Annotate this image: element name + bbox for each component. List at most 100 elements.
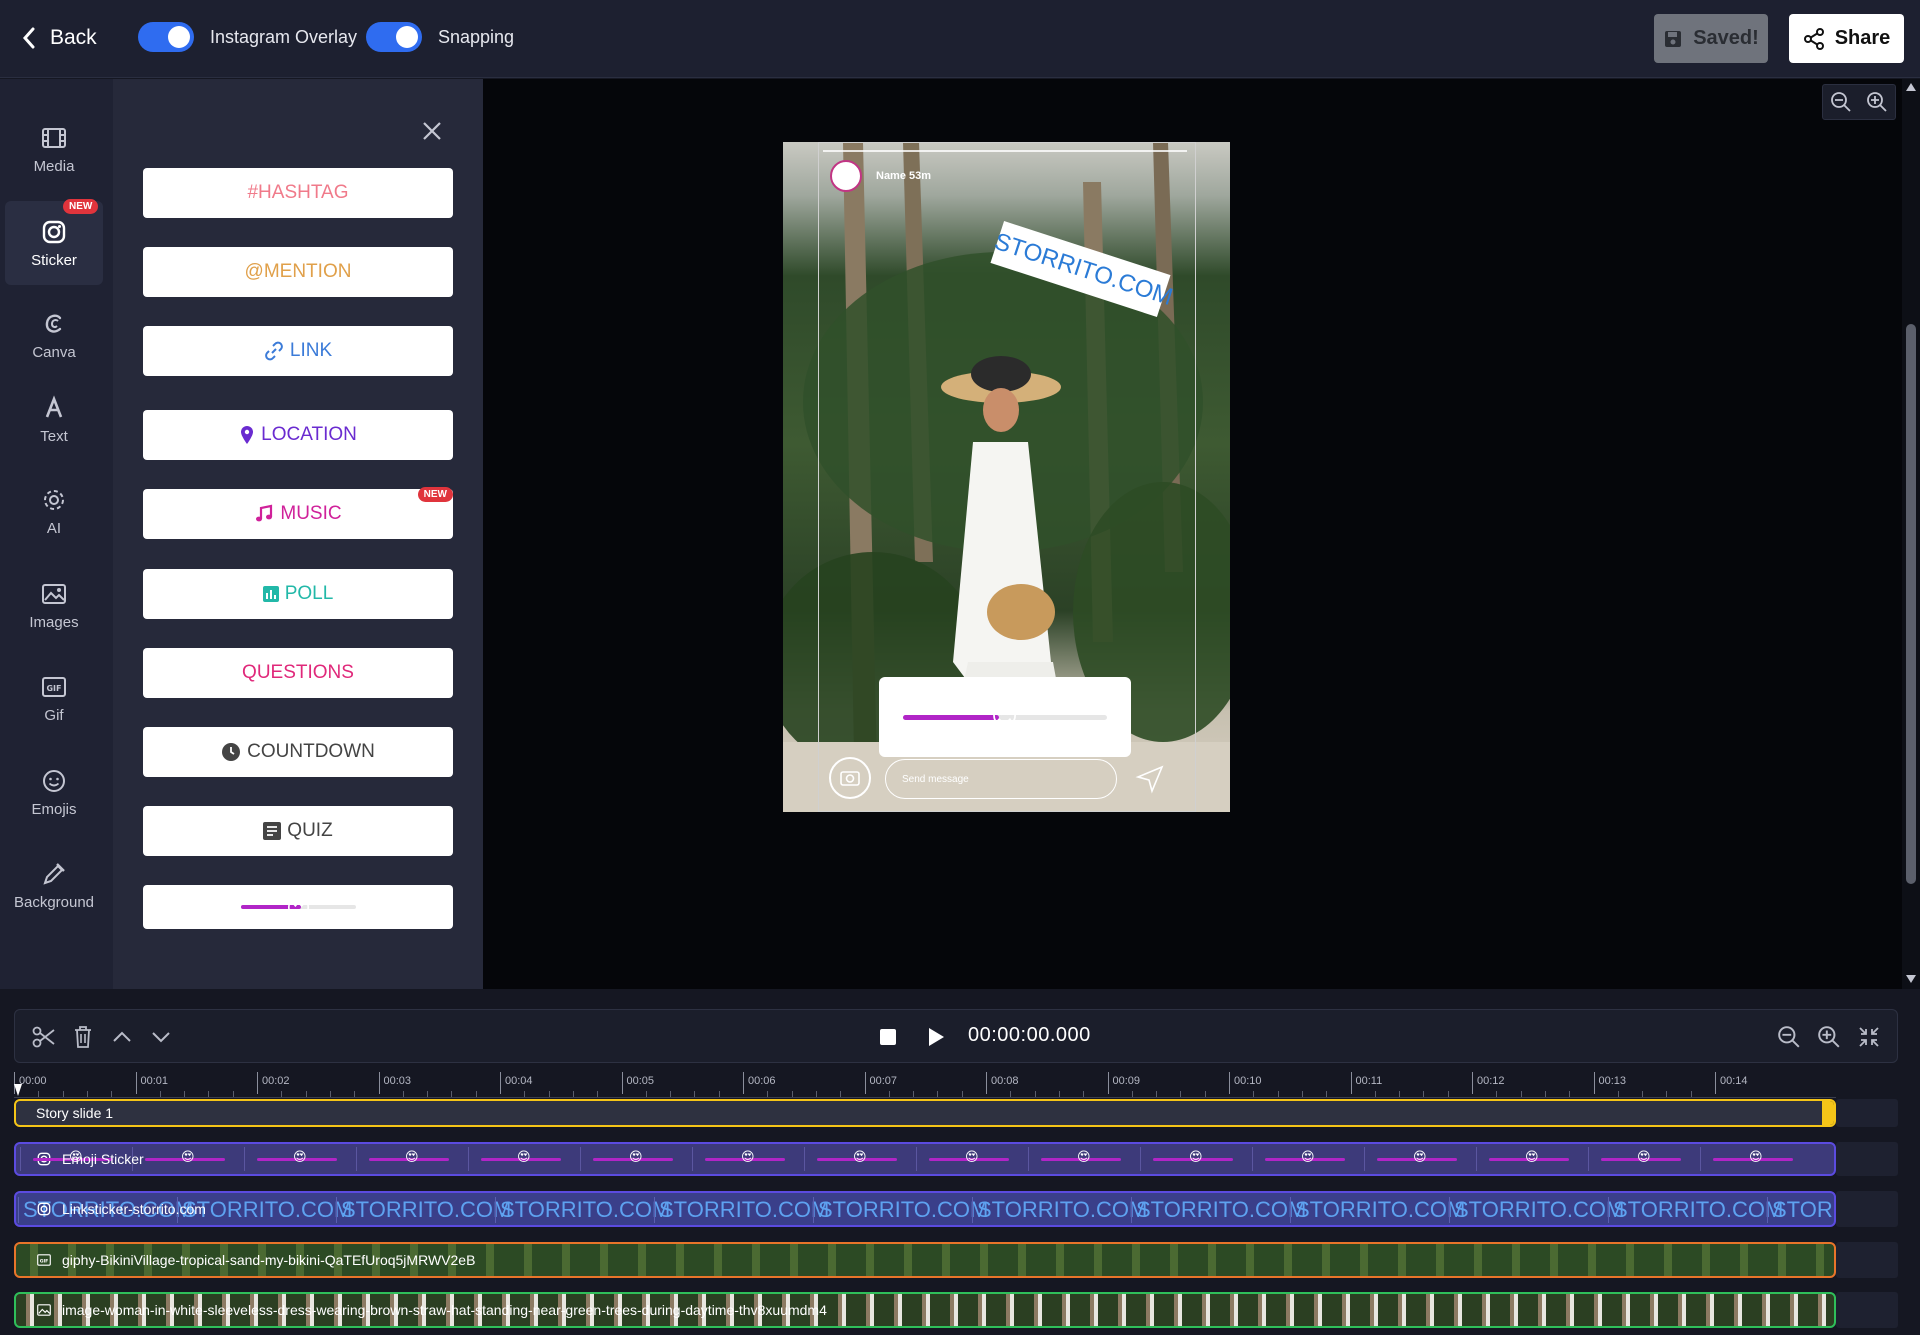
emoji-track-thumb-emoji: 😍 (741, 1149, 755, 1164)
ruler-tick-label: 00:06 (748, 1075, 776, 1087)
location-sticker-button[interactable]: LOCATION (143, 410, 453, 460)
camera-icon (840, 771, 860, 786)
ruler-tick: 00:01 (135, 1072, 168, 1094)
nav-item-text[interactable]: Text (5, 377, 103, 461)
ruler-tick-label: 00:03 (383, 1075, 412, 1087)
emoji-track-thumb: 😍 (804, 1147, 912, 1171)
music-sticker-button[interactable]: MUSIC NEW (143, 487, 453, 539)
ruler-minor-tick (208, 1091, 210, 1097)
track-end-slot (1836, 1292, 1898, 1328)
canvas-scrollbar[interactable] (1902, 79, 1920, 989)
track-end-slot (1836, 1142, 1898, 1176)
mention-label: @MENTION (244, 261, 352, 282)
instagram-overlay-toggle[interactable]: Instagram Overlay (138, 22, 357, 52)
nav-label: Background (13, 893, 95, 911)
location-label: LOCATION (261, 424, 357, 445)
back-button[interactable]: Back (22, 22, 97, 54)
sticker-panel: #HASHTAG @MENTION LINK LOCATION MUSIC NE… (113, 79, 483, 989)
ruler-tick-label: 00:09 (1112, 1075, 1141, 1087)
ruler-minor-tick (1642, 1091, 1644, 1097)
track-end-handle[interactable] (1822, 1101, 1834, 1125)
toggle-switch[interactable] (366, 22, 422, 52)
snapping-toggle[interactable]: Snapping (366, 22, 514, 52)
hashtag-sticker-button[interactable]: #HASHTAG (143, 168, 453, 218)
stop-icon[interactable] (880, 1029, 896, 1045)
ruler-minor-tick (1423, 1091, 1425, 1097)
nav-item-gif[interactable]: GIF Gif (5, 656, 103, 740)
gif-icon: GIF (37, 1254, 51, 1266)
fit-timeline-icon[interactable] (1857, 1025, 1881, 1049)
floppy-icon (1665, 30, 1682, 47)
countdown-sticker-button[interactable]: COUNTDOWN (143, 727, 453, 777)
ruler-tick: 00:10 (1229, 1072, 1262, 1094)
track-label: giphy-BikiniVillage-tropical-sand-my-bik… (62, 1252, 476, 1268)
ruler-tick-label: 00:08 (991, 1075, 1019, 1087)
music-label: MUSIC (280, 503, 342, 524)
chevron-down-icon[interactable] (150, 1027, 172, 1047)
emoji-slider-sticker-preview[interactable]: 😍 (879, 677, 1131, 757)
zoom-out-icon[interactable] (1777, 1025, 1801, 1049)
saved-button[interactable]: Saved! (1654, 14, 1768, 63)
zoom-in-icon[interactable] (1866, 91, 1888, 113)
quiz-sticker-button[interactable]: QUIZ (143, 806, 453, 856)
zoom-out-icon[interactable] (1830, 91, 1852, 113)
ruler-minor-tick (1204, 1091, 1206, 1097)
play-icon[interactable] (924, 1026, 946, 1048)
track-end-slot (1836, 1099, 1898, 1127)
trash-icon[interactable] (71, 1024, 95, 1050)
ruler-minor-tick (427, 1091, 429, 1097)
nav-item-background[interactable]: Background (5, 843, 103, 927)
ruler-minor-tick (1180, 1091, 1182, 1097)
scroll-up-arrow-icon[interactable] (1906, 83, 1916, 91)
track-image[interactable]: image-woman-in-white-sleeveless-dress-we… (14, 1292, 1836, 1328)
ruler-minor-tick (913, 1091, 915, 1097)
share-button[interactable]: Share (1789, 14, 1904, 63)
link-sticker-button[interactable]: LINK (143, 326, 453, 376)
questions-label: QUESTIONS (242, 662, 354, 683)
timeline-ruler[interactable]: 00:00 00:01 00:02 00:03 00:04 00:05 00:06 00:07… (14, 1072, 1836, 1098)
emoji-track-thumb: 😍 (1700, 1147, 1808, 1171)
nav-item-canva[interactable]: Canva (5, 293, 103, 377)
track-end-slot (1836, 1191, 1898, 1227)
ruler-minor-tick (305, 1091, 307, 1097)
link-icon (264, 341, 283, 361)
ruler-tick-label: 00:01 (140, 1075, 169, 1087)
nav-item-media[interactable]: Media (5, 107, 103, 191)
emoji-slider-sticker-button[interactable]: 😍 (143, 885, 453, 929)
ruler-minor-tick (281, 1091, 283, 1097)
scroll-thumb[interactable] (1906, 324, 1916, 884)
poll-chart-icon (262, 586, 279, 602)
zoom-in-icon[interactable] (1817, 1025, 1841, 1049)
ruler-tick: 00:02 (257, 1072, 290, 1094)
questions-sticker-button[interactable]: QUESTIONS (143, 648, 453, 698)
nav-item-ai[interactable]: AI (5, 469, 103, 553)
ruler-minor-tick (815, 1091, 817, 1097)
instagram-icon (37, 1202, 51, 1216)
send-message-field: Send message (885, 759, 1117, 799)
poll-sticker-button[interactable]: POLL (143, 569, 453, 619)
mention-sticker-button[interactable]: @MENTION (143, 247, 453, 297)
ruler-minor-tick (475, 1091, 477, 1097)
ruler-minor-tick (888, 1091, 890, 1097)
emoji-track-thumb-emoji: 😍 (965, 1149, 979, 1164)
emoji-track-thumb: 😍 (1028, 1147, 1136, 1171)
track-story-slide[interactable]: Story slide 1 (14, 1099, 1836, 1127)
scissors-icon[interactable] (31, 1024, 57, 1050)
canva-icon (45, 314, 62, 333)
track-emoji-sticker[interactable]: Emoji Sticker 😍 😍 😍 😍 😍 😍 😍 😍 😍 😍 😍 😍 😍 😍 😍 😍 (14, 1142, 1836, 1176)
emoji-track-thumb-emoji: 😍 (1749, 1149, 1763, 1164)
nav-item-images[interactable]: Images (5, 563, 103, 647)
emoji-track-thumb: 😍 (1252, 1147, 1360, 1171)
nav-item-sticker[interactable]: Sticker NEW (5, 199, 103, 285)
scroll-down-arrow-icon[interactable] (1906, 975, 1916, 983)
ruler-minor-tick (937, 1091, 939, 1097)
track-gif[interactable]: GIF giphy-BikiniVillage-tropical-sand-my… (14, 1242, 1836, 1278)
story-preview[interactable]: Name 53m STORRITO.COM 😍 Send message (783, 142, 1230, 812)
nav-label: AI (46, 519, 62, 537)
close-icon[interactable] (418, 117, 446, 145)
nav-item-emojis[interactable]: Emojis (5, 750, 103, 834)
toggle-switch[interactable] (138, 22, 194, 52)
track-link-sticker[interactable]: Linksticker-storrito.com STORRITO.COM STO… (14, 1191, 1836, 1227)
chevron-up-icon[interactable] (111, 1027, 133, 1047)
ruler-minor-tick (1496, 1091, 1498, 1097)
